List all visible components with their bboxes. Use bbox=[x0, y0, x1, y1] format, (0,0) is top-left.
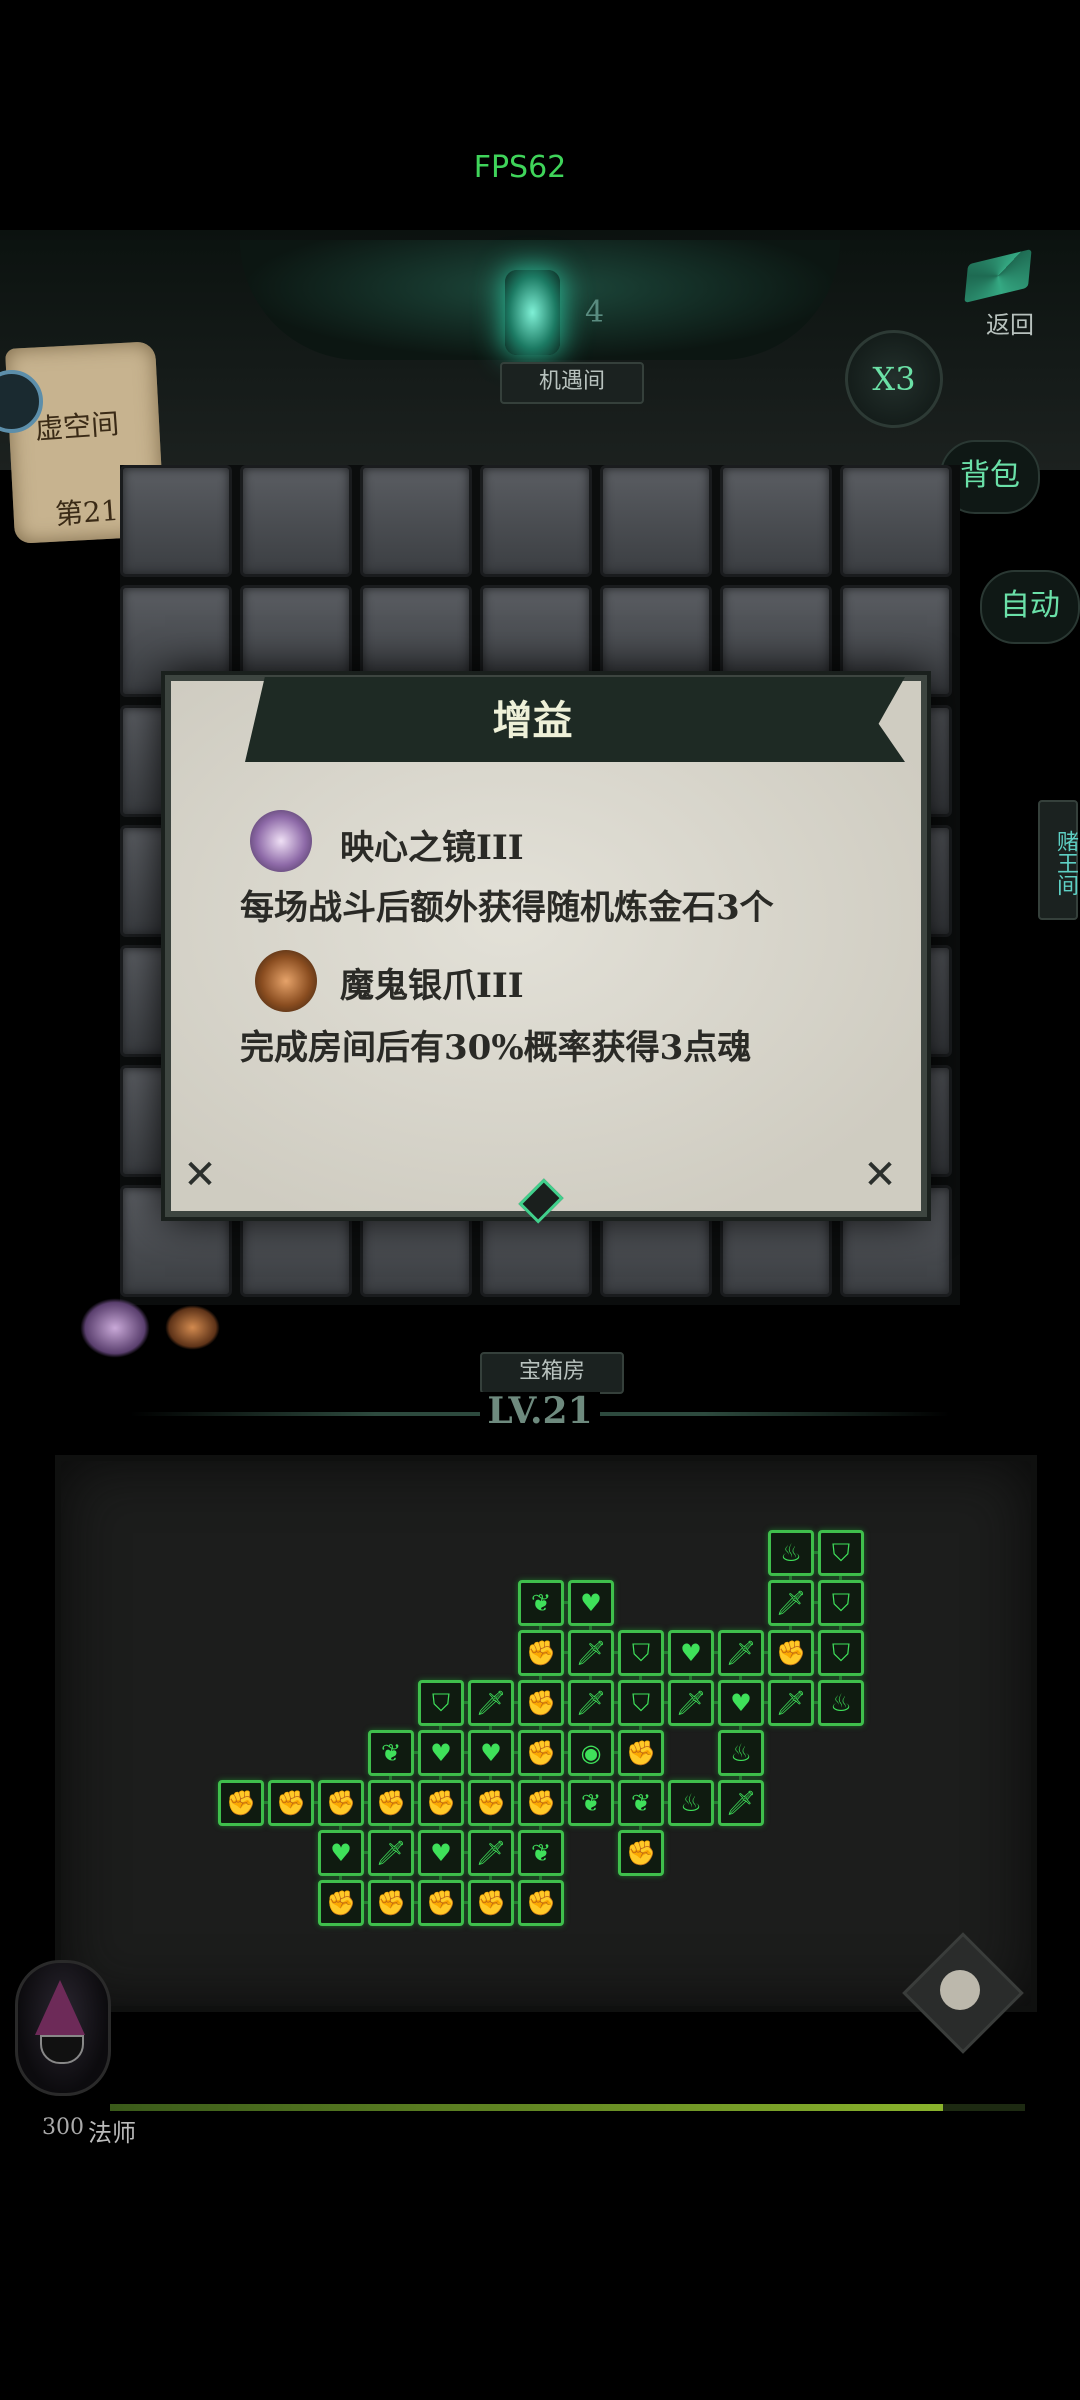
talent-node-fist-icon[interactable]: ✊ bbox=[518, 1730, 564, 1776]
fps-counter: FPS62 bbox=[473, 150, 567, 185]
buff-name: 魔鬼银爪III bbox=[340, 966, 524, 1006]
level-label: LV.21 bbox=[487, 1390, 593, 1432]
room-sign-side[interactable]: 赌王间 bbox=[1038, 800, 1078, 920]
talent-node-fire-icon[interactable]: ♨ bbox=[718, 1730, 764, 1776]
room-sign-bottom[interactable]: 宝箱房 bbox=[480, 1352, 624, 1394]
talent-node-fist-icon[interactable]: ✊ bbox=[418, 1880, 464, 1926]
talent-node-shield-icon[interactable]: ⛉ bbox=[618, 1630, 664, 1676]
talent-node-sword-icon[interactable]: 🗡 bbox=[768, 1580, 814, 1626]
talent-node-shield-icon[interactable]: ⛉ bbox=[418, 1680, 464, 1726]
talent-node-shield-icon[interactable]: ⛉ bbox=[818, 1630, 864, 1676]
room-tile[interactable] bbox=[840, 465, 952, 577]
buff-description: 完成房间后有30%概率获得3点魂 bbox=[240, 1028, 752, 1068]
talent-node-sword-icon[interactable]: 🗡 bbox=[368, 1830, 414, 1876]
corner-ornament-icon: ✕ bbox=[863, 1152, 897, 1198]
room-tile[interactable] bbox=[240, 465, 352, 577]
talent-node-fist-icon[interactable]: ✊ bbox=[518, 1880, 564, 1926]
room-tile[interactable] bbox=[600, 465, 712, 577]
room-tile[interactable] bbox=[360, 465, 472, 577]
room-tile[interactable] bbox=[720, 465, 832, 577]
talent-node-sword-icon[interactable]: 🗡 bbox=[718, 1780, 764, 1826]
talent-node-leaf-icon[interactable]: ❦ bbox=[618, 1780, 664, 1826]
talent-node-leaf-icon[interactable]: ❦ bbox=[568, 1780, 614, 1826]
talent-node-heart-icon[interactable]: ♥ bbox=[318, 1830, 364, 1876]
talent-node-heart-icon[interactable]: ♥ bbox=[418, 1830, 464, 1876]
wizard-hat-icon bbox=[35, 1980, 85, 2035]
talent-node-fist-icon[interactable]: ✊ bbox=[418, 1780, 464, 1826]
talent-node-shield-icon[interactable]: ⛉ bbox=[818, 1530, 864, 1576]
talent-node-fist-icon[interactable]: ✊ bbox=[468, 1880, 514, 1926]
talent-node-fist-icon[interactable]: ✊ bbox=[768, 1630, 814, 1676]
talent-node-fist-icon[interactable]: ✊ bbox=[218, 1780, 264, 1826]
buff-description: 每场战斗后额外获得随机炼金石3个 bbox=[240, 888, 774, 928]
talent-node-heart-icon[interactable]: ♥ bbox=[568, 1580, 614, 1626]
devil-claw-icon bbox=[165, 1305, 220, 1350]
talent-node-fist-icon[interactable]: ✊ bbox=[518, 1780, 564, 1826]
corner-ornament-icon: ✕ bbox=[183, 1152, 217, 1198]
room-tile[interactable] bbox=[120, 465, 232, 577]
talent-node-fist-icon[interactable]: ✊ bbox=[618, 1730, 664, 1776]
talent-node-sword-icon[interactable]: 🗡 bbox=[468, 1680, 514, 1726]
talent-node-fist-icon[interactable]: ✊ bbox=[518, 1630, 564, 1676]
talent-node-leaf-icon[interactable]: ❦ bbox=[368, 1730, 414, 1776]
talent-node-sword-icon[interactable]: 🗡 bbox=[768, 1680, 814, 1726]
talent-node-fire-icon[interactable]: ♨ bbox=[768, 1530, 814, 1576]
dialog-title: 增益 bbox=[492, 697, 573, 744]
mirror-orb-icon bbox=[250, 810, 312, 872]
talent-node-heart-icon[interactable]: ♥ bbox=[468, 1730, 514, 1776]
talent-node-sword-icon[interactable]: 🗡 bbox=[718, 1630, 764, 1676]
room-tile[interactable] bbox=[480, 465, 592, 577]
talent-node-fist-icon[interactable]: ✊ bbox=[318, 1880, 364, 1926]
mirror-orb-icon bbox=[80, 1298, 150, 1358]
talent-node-sword-icon[interactable]: 🗡 bbox=[568, 1680, 614, 1726]
floor-scroll-name: 虚空间 bbox=[34, 407, 121, 446]
talent-node-fist-icon[interactable]: ✊ bbox=[368, 1880, 414, 1926]
talent-node-fist-icon[interactable]: ✊ bbox=[518, 1680, 564, 1726]
talent-node-shield-icon[interactable]: ⛉ bbox=[618, 1680, 664, 1726]
buff-name: 映心之镜III bbox=[340, 828, 524, 868]
lantern-icon bbox=[505, 270, 560, 355]
talent-node-leaf-icon[interactable]: ❦ bbox=[518, 1580, 564, 1626]
xp-bar-fill bbox=[110, 2104, 943, 2111]
talent-node-fire-icon[interactable]: ♨ bbox=[818, 1680, 864, 1726]
talent-node-heart-icon[interactable]: ♥ bbox=[718, 1680, 764, 1726]
player-level: 300 bbox=[42, 2115, 84, 2140]
talent-node-core-icon[interactable]: ◉ bbox=[568, 1730, 614, 1776]
player-class: 法师 bbox=[88, 2119, 136, 2147]
lantern-count: 4 bbox=[585, 295, 605, 330]
speed-button[interactable]: X3 bbox=[845, 330, 943, 428]
talent-node-fist-icon[interactable]: ✊ bbox=[318, 1780, 364, 1826]
auto-button[interactable]: 自动 bbox=[980, 570, 1080, 644]
talent-node-fist-icon[interactable]: ✊ bbox=[618, 1830, 664, 1876]
devil-claw-icon bbox=[255, 950, 317, 1012]
rune-stone-core bbox=[940, 1970, 980, 2010]
talent-node-fist-icon[interactable]: ✊ bbox=[468, 1780, 514, 1826]
talent-node-sword-icon[interactable]: 🗡 bbox=[568, 1630, 614, 1676]
talent-node-heart-icon[interactable]: ♥ bbox=[668, 1630, 714, 1676]
talent-node-fire-icon[interactable]: ♨ bbox=[668, 1780, 714, 1826]
talent-node-shield-icon[interactable]: ⛉ bbox=[818, 1580, 864, 1626]
talent-node-fist-icon[interactable]: ✊ bbox=[368, 1780, 414, 1826]
talent-node-fist-icon[interactable]: ✊ bbox=[268, 1780, 314, 1826]
talent-node-heart-icon[interactable]: ♥ bbox=[418, 1730, 464, 1776]
room-sign-top[interactable]: 机遇间 bbox=[500, 362, 644, 404]
back-button[interactable]: 返回 bbox=[960, 255, 1060, 339]
talent-node-leaf-icon[interactable]: ❦ bbox=[518, 1830, 564, 1876]
talent-node-sword-icon[interactable]: 🗡 bbox=[468, 1830, 514, 1876]
talent-node-sword-icon[interactable]: 🗡 bbox=[668, 1680, 714, 1726]
